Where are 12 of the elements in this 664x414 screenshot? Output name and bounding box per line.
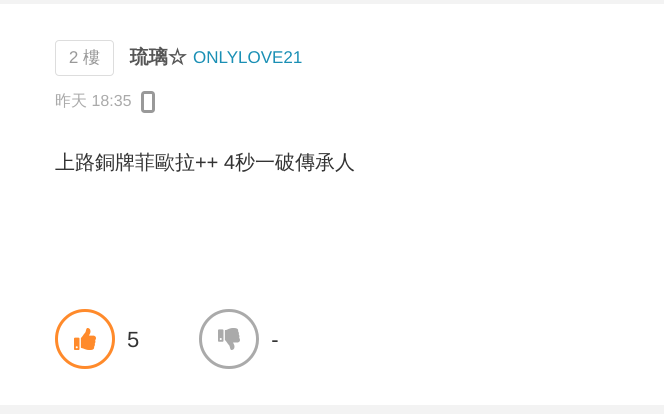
dislike-button[interactable] [199,309,260,369]
vote-count: - [271,326,279,354]
like-button[interactable] [55,309,115,369]
thumbs-down-icon [218,328,240,350]
vote-count: 5 [127,326,140,354]
phone-icon [141,91,156,113]
post-time: 昨天 18:35 [55,92,132,112]
post-body: 上路銅牌菲歐拉++ 4秒一破傳承人 [55,151,356,176]
user-id[interactable]: ONLYLOVE21 [193,45,302,71]
floor-badge: 2 樓 [55,40,114,76]
thumbs-up-icon [74,328,96,350]
author-name[interactable]: 琉璃☆ [130,44,187,72]
